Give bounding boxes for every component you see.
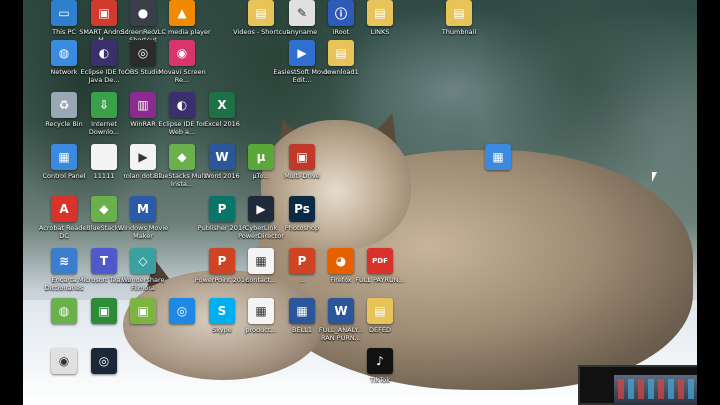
app-icon: ▣ bbox=[289, 144, 315, 170]
eclipse-icon: ◐ bbox=[169, 92, 195, 118]
folder-icon: ▤ bbox=[446, 0, 472, 26]
desktop-icon-label: FULL PAYRUN... bbox=[355, 276, 405, 284]
desktop-icon-thumbnail[interactable]: ▤ Thumbnail bbox=[430, 0, 488, 36]
desktop-icon-filmora[interactable]: ◇ Wondershare Filmora bbox=[114, 248, 172, 292]
powerdirector-icon: ▶ bbox=[248, 196, 274, 222]
movie-maker-icon: M bbox=[130, 196, 156, 222]
bluestacks-icon: ◆ bbox=[169, 144, 195, 170]
steam-icon: ◎ bbox=[91, 348, 117, 374]
desktop-icon-links[interactable]: ▤ LINKS bbox=[351, 0, 409, 36]
image-icon: ▦ bbox=[485, 144, 511, 170]
chrome-icon: ◉ bbox=[51, 348, 77, 374]
recycle-bin-icon: ♻ bbox=[51, 92, 77, 118]
desktop-icon-pdf-file[interactable]: PDF FULL PAYRUN... bbox=[351, 248, 409, 284]
desktop[interactable]: ▭This PC▣SMART Android M...●ScreenRec...… bbox=[23, 0, 697, 405]
desktop-icon-label: Multi-Drive bbox=[284, 172, 320, 180]
desktop-icon-label: Windows Movie Maker bbox=[117, 224, 169, 240]
desktop-icon-label: Excel 2016 bbox=[204, 120, 240, 128]
desktop-icon-movavi[interactable]: ◉ Movavi Screen Re... bbox=[153, 40, 211, 84]
desktop-icon-defed[interactable]: ▤ DEFED bbox=[351, 298, 409, 334]
folder-icon: ▤ bbox=[248, 0, 274, 26]
excel-icon: X bbox=[209, 92, 235, 118]
computer-icon: ▭ bbox=[51, 0, 77, 26]
folder-icon: ▤ bbox=[328, 40, 354, 66]
acrobat-icon: A bbox=[51, 196, 77, 222]
folder-icon: ▤ bbox=[367, 298, 393, 324]
desktop-icon-nox[interactable]: ▣ Multi-Drive bbox=[273, 144, 331, 180]
desktop-icon-photoshop[interactable]: Ps Photoshop bbox=[273, 196, 331, 232]
desktop-icon-label: VLC media player bbox=[153, 28, 211, 36]
encarta-icon: ≋ bbox=[51, 248, 77, 274]
app-icon: ◍ bbox=[51, 298, 77, 324]
desktop-icon-label: Movavi Screen Re... bbox=[158, 68, 206, 84]
screen: ▭This PC▣SMART Android M...●ScreenRec...… bbox=[0, 0, 720, 405]
desktop-icon-label: TikTok bbox=[370, 376, 390, 384]
desktop-icon-excel[interactable]: X Excel 2016 bbox=[193, 92, 251, 128]
desktop-icon-label: download1 bbox=[323, 68, 359, 76]
photoshop-icon: Ps bbox=[289, 196, 315, 222]
desktop-icon-tiktok[interactable]: ♪ TikTok bbox=[351, 348, 409, 384]
desktop-icon-vlc[interactable]: ▲ VLC media player bbox=[153, 0, 211, 36]
folder-icon: ▤ bbox=[367, 0, 393, 26]
utorrent-icon: µ bbox=[248, 144, 274, 170]
pdf-file-icon: PDF bbox=[367, 248, 393, 274]
desktop-icon-label: LINKS bbox=[370, 28, 390, 36]
globe-icon: ◎ bbox=[169, 298, 195, 324]
desktop-icon-steam[interactable]: ◎ bbox=[75, 348, 133, 374]
mouse-cursor-icon bbox=[652, 172, 657, 182]
desktop-icon-moviemaker[interactable]: M Windows Movie Maker bbox=[114, 196, 172, 240]
image-file-icon: ▦ bbox=[248, 298, 274, 324]
image-file-icon: ▦ bbox=[248, 248, 274, 274]
desktop-icon-label: Photoshop bbox=[284, 224, 320, 232]
desktop-icon-label: Wondershare Filmora bbox=[121, 276, 165, 292]
network-icon: ◍ bbox=[51, 40, 77, 66]
filmora-icon: ◇ bbox=[130, 248, 156, 274]
desktop-icon-label: Thumbnail bbox=[441, 28, 477, 36]
thumbnail-icons bbox=[618, 379, 697, 399]
desktop-icon-label: DEFED bbox=[369, 326, 391, 334]
vlc-icon: ▲ bbox=[169, 0, 195, 26]
desktop-icon-pic-right[interactable]: ▦ bbox=[469, 144, 527, 170]
movavi-icon: ◉ bbox=[169, 40, 195, 66]
tiktok-icon: ♪ bbox=[367, 348, 393, 374]
video-thumbnail-overlay bbox=[578, 365, 697, 405]
desktop-icon-download1[interactable]: ▤ download1 bbox=[312, 40, 370, 76]
control-panel-icon: ▦ bbox=[51, 144, 77, 170]
